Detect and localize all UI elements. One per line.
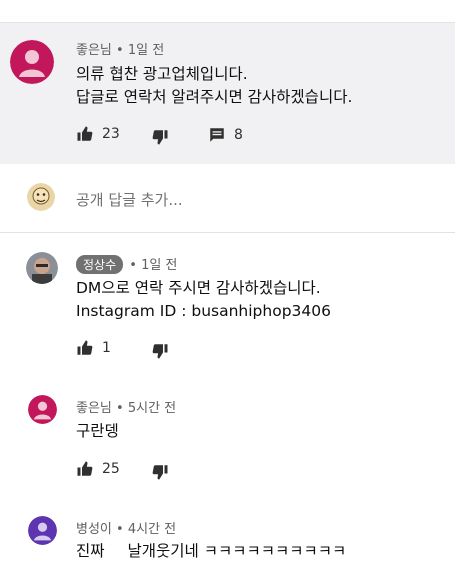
person-icon	[10, 40, 54, 84]
comment-icon	[210, 128, 224, 142]
like-count: 25	[102, 461, 120, 477]
like-button[interactable]: 25	[76, 460, 120, 478]
comment-line: 의류 협찬 광고업체입니다.	[76, 65, 248, 83]
comment-meta: 정상수 • 1일 전	[76, 254, 177, 274]
comment-meta: 병성이 • 4시간 전	[76, 518, 176, 537]
comment-text: 의류 협찬 광고업체입니다. 답글로 연락처 알려주시면 감사하겠습니다.	[76, 63, 352, 109]
comment-author[interactable]: 병성이	[76, 522, 112, 537]
thumb-down-icon	[152, 344, 168, 359]
thumb-down-icon	[152, 465, 168, 480]
reply-input[interactable]: 공개 답글 추가...	[76, 189, 183, 210]
comment-time: • 4시간 전	[116, 522, 177, 537]
divider	[0, 232, 455, 233]
top-strip	[0, 0, 455, 23]
reply-count: 8	[234, 127, 243, 143]
thumb-up-icon	[77, 340, 93, 355]
avatar[interactable]	[28, 516, 57, 545]
comment-line: Instagram ID : busanhiphop3406	[76, 302, 331, 320]
comment-meta: 좋은님 • 5시간 전	[76, 397, 176, 416]
comment-word: 진짜	[76, 542, 105, 560]
avatar[interactable]	[26, 252, 58, 284]
user-avatar-icon	[27, 183, 55, 211]
comment-meta: 좋은님 • 1일 전	[76, 39, 164, 58]
like-button[interactable]: 1	[76, 339, 111, 357]
profile-photo-icon	[26, 252, 58, 284]
person-icon	[28, 395, 57, 424]
comment-time: • 1일 전	[116, 43, 165, 58]
comment-text: DM으로 연락 주시면 감사하겠습니다. Instagram ID : busa…	[76, 277, 331, 323]
dislike-button[interactable]	[151, 342, 169, 360]
comment-line: 구란뎅	[76, 422, 119, 440]
comment-text: 구란뎅	[76, 420, 119, 443]
thumb-up-icon	[77, 126, 93, 141]
person-icon	[28, 516, 57, 545]
comment-line: 답글로 연락처 알려주시면 감사하겠습니다.	[76, 88, 353, 106]
comment-text: 진짜 날개웃기네 ㅋㅋㅋㅋㅋㅋㅋㅋㅋㅋ	[76, 540, 346, 563]
comment-line: DM으로 연락 주시면 감사하겠습니다.	[76, 279, 321, 297]
avatar[interactable]	[28, 395, 57, 424]
like-count: 23	[102, 126, 120, 142]
comment-time: • 5시간 전	[116, 401, 177, 416]
comment-author[interactable]: 좋은님	[76, 401, 112, 416]
dislike-button[interactable]	[151, 128, 169, 146]
current-user-avatar	[27, 183, 55, 211]
comment-word: 날개웃기네 ㅋㅋㅋㅋㅋㅋㅋㅋㅋㅋ	[127, 542, 347, 560]
thumb-down-icon	[152, 130, 168, 145]
thumb-up-icon	[77, 461, 93, 476]
like-count: 1	[102, 340, 111, 356]
reply-count-button[interactable]: 8	[208, 126, 243, 144]
like-button[interactable]: 23	[76, 125, 120, 143]
comment-author[interactable]: 좋은님	[76, 43, 112, 58]
avatar[interactable]	[10, 40, 54, 84]
dislike-button[interactable]	[151, 463, 169, 481]
comment-time: • 1일 전	[129, 258, 178, 273]
author-chip[interactable]: 정상수	[76, 255, 124, 274]
